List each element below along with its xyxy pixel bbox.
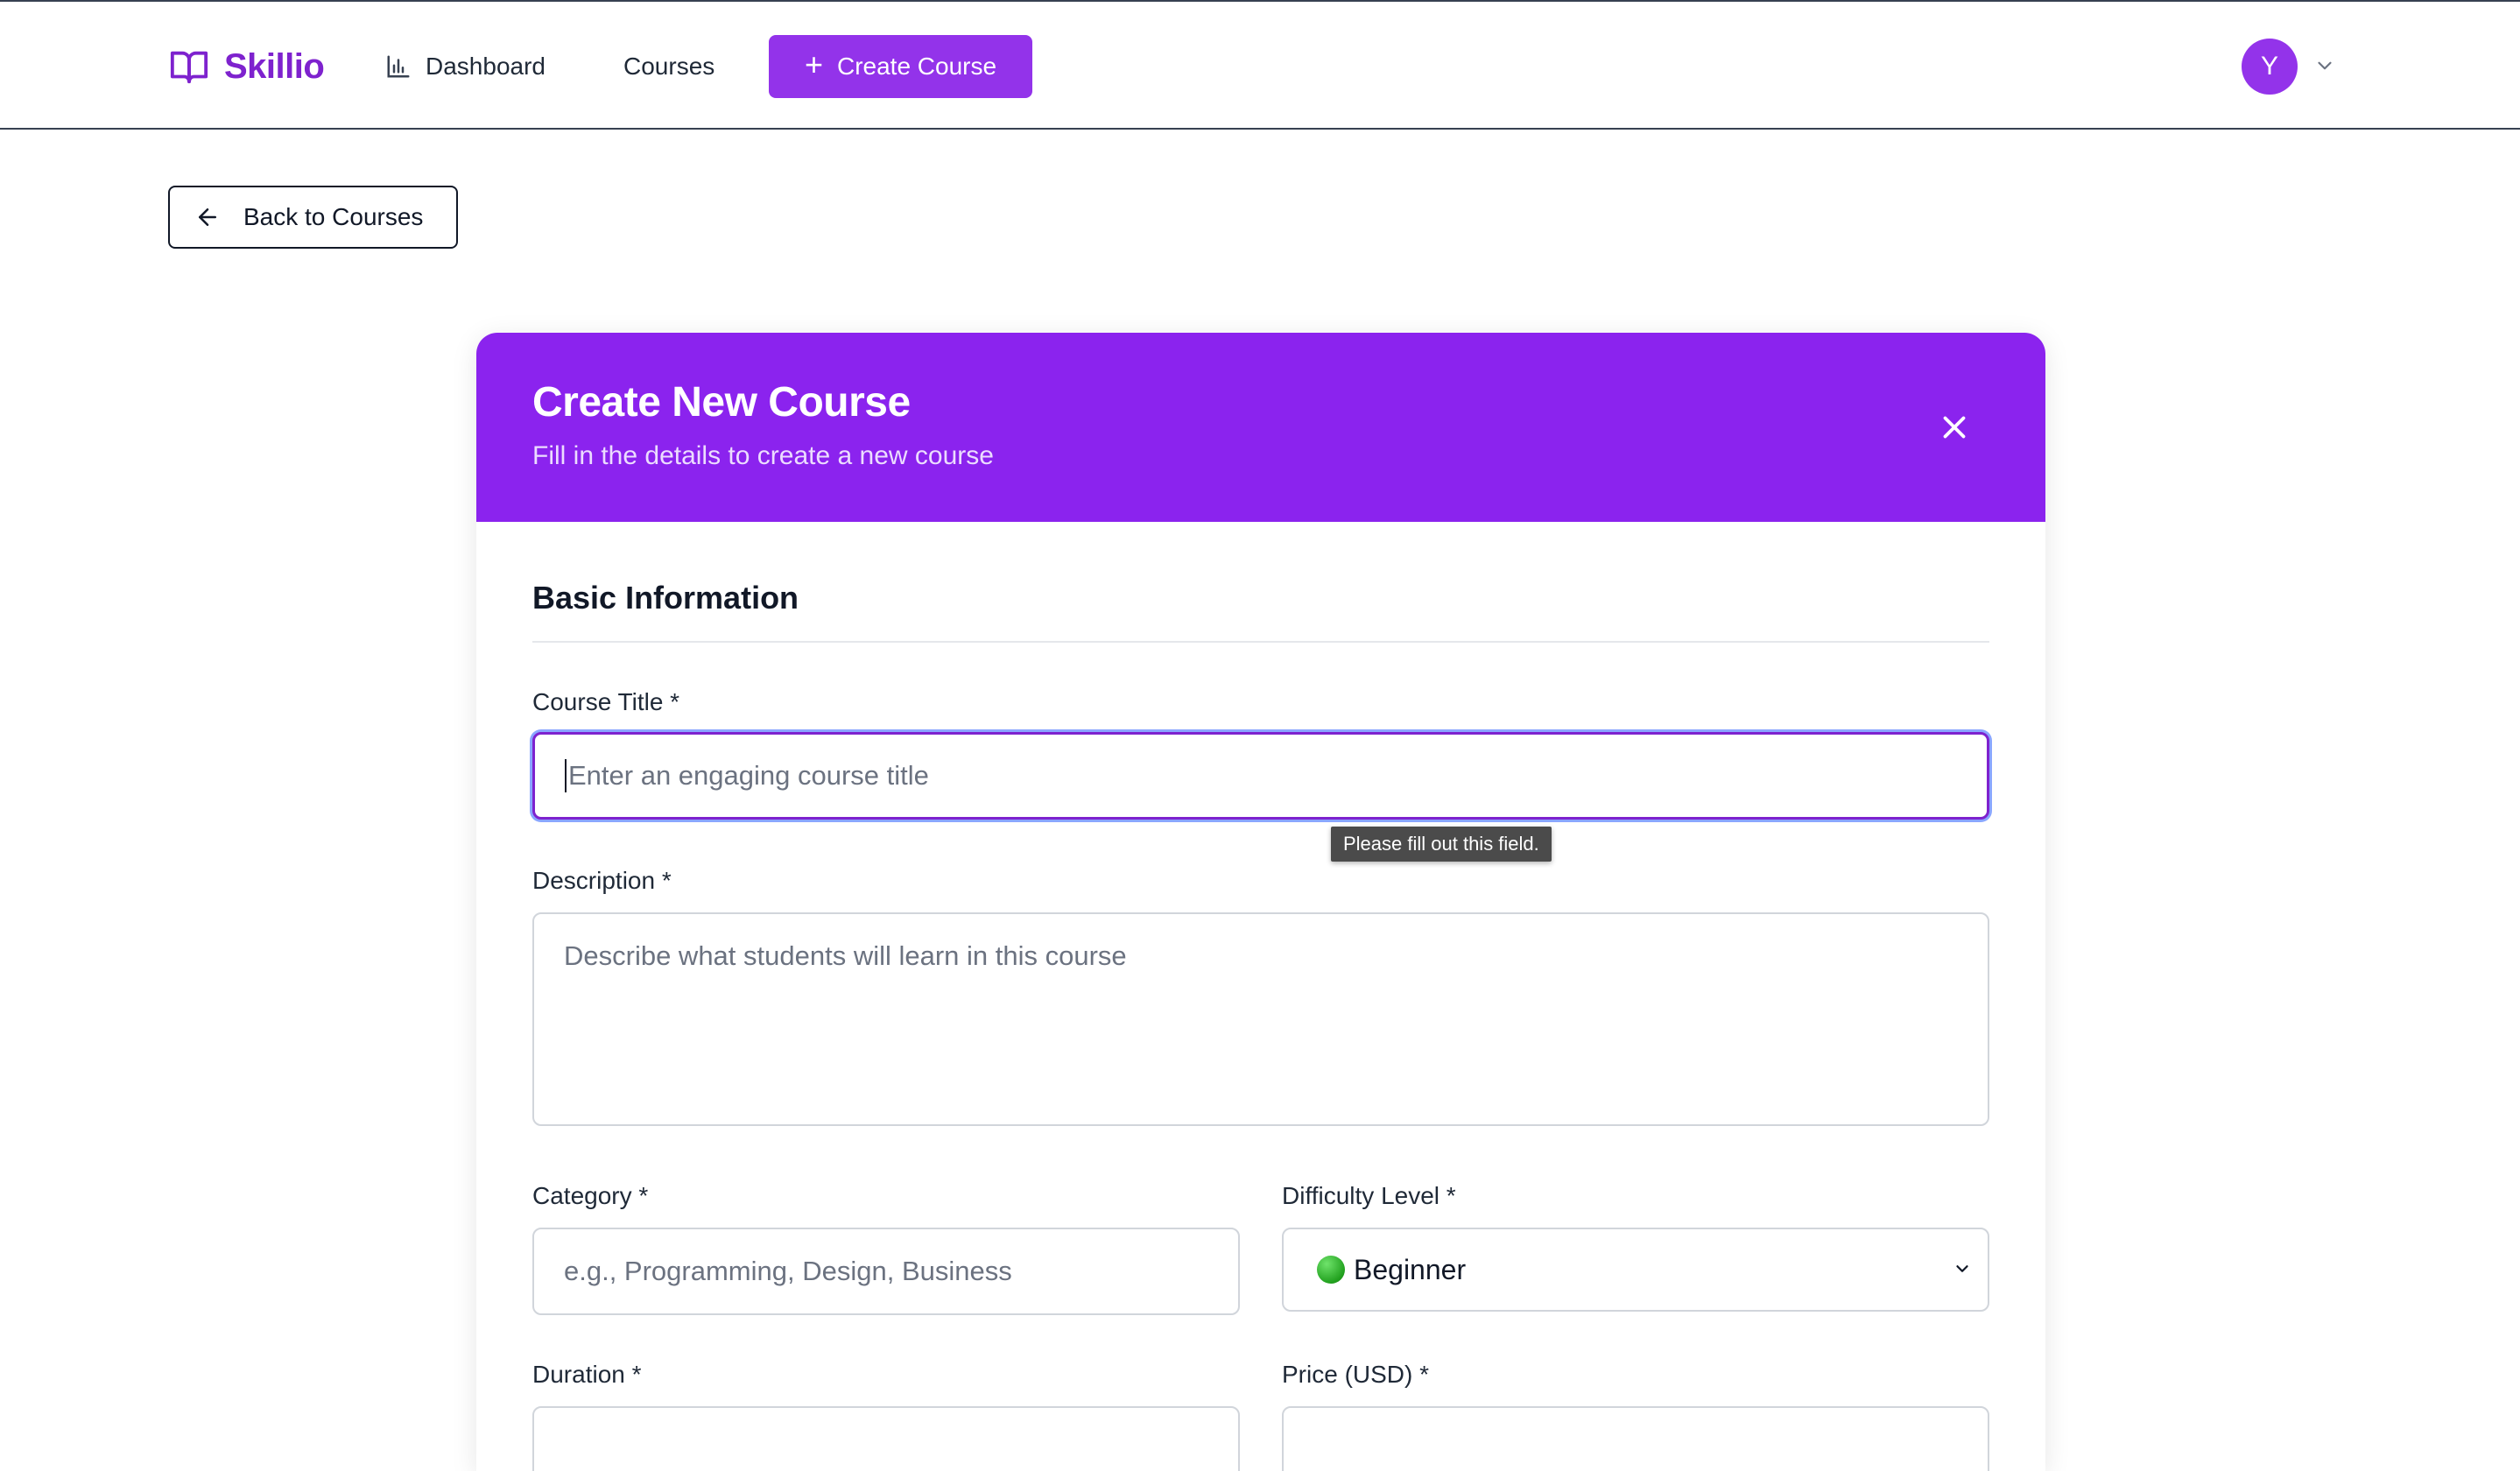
top-navbar: Skillio Dashboard Courses + Create Cours…	[0, 0, 2520, 130]
difficulty-select[interactable]: Beginner	[1282, 1228, 1989, 1312]
description-textarea[interactable]: Describe what students will learn in thi…	[532, 912, 1989, 1126]
nav-dashboard-link[interactable]: Dashboard	[385, 46, 546, 88]
brand-logo-link[interactable]: Skillio	[168, 44, 325, 89]
category-placeholder: e.g., Programming, Design, Business	[564, 1256, 1012, 1286]
avatar-initial: Y	[2260, 52, 2278, 81]
form-subtitle: Fill in the details to create a new cour…	[532, 441, 994, 470]
chevron-down-icon[interactable]	[2313, 54, 2336, 77]
nav-courses-link[interactable]: Courses	[623, 46, 714, 88]
validation-tooltip: Please fill out this field.	[1331, 827, 1552, 862]
brand-name: Skillio	[224, 46, 325, 86]
chevron-down-icon	[1956, 1265, 1968, 1272]
description-placeholder: Describe what students will learn in thi…	[564, 940, 1127, 971]
nav-dashboard-label: Dashboard	[426, 53, 546, 80]
close-button[interactable]	[1933, 406, 1975, 448]
course-title-label: Course Title *	[532, 688, 680, 715]
section-basic-information: Basic Information	[532, 580, 799, 616]
form-header: Create New Course Fill in the details to…	[476, 333, 2045, 522]
form-title: Create New Course	[532, 379, 911, 426]
section-divider	[532, 641, 1989, 643]
price-input[interactable]	[1282, 1406, 1989, 1471]
arrow-left-icon	[199, 208, 216, 226]
back-to-courses-button[interactable]: Back to Courses	[168, 186, 458, 249]
open-book-icon	[170, 51, 208, 84]
create-course-button[interactable]: + Create Course	[769, 35, 1032, 98]
duration-input[interactable]	[532, 1406, 1240, 1471]
plus-icon: +	[804, 46, 823, 82]
close-icon	[1943, 416, 1966, 439]
user-avatar[interactable]: Y	[2242, 39, 2298, 95]
back-to-courses-label: Back to Courses	[243, 203, 424, 230]
course-title-input[interactable]: Enter an engaging course title	[532, 732, 1989, 820]
create-course-label: Create Course	[836, 53, 997, 80]
difficulty-label: Difficulty Level *	[1282, 1182, 1456, 1209]
difficulty-selected-value: Beginner	[1354, 1253, 1467, 1285]
nav-courses-label: Courses	[623, 53, 715, 80]
text-caret	[565, 759, 567, 792]
bar-chart-icon	[387, 55, 410, 78]
green-circle-icon	[1317, 1256, 1345, 1284]
create-course-form-card: Create New Course Fill in the details to…	[476, 333, 2045, 1471]
category-input[interactable]: e.g., Programming, Design, Business	[532, 1228, 1240, 1315]
description-label: Description *	[532, 867, 672, 894]
price-label: Price (USD) *	[1282, 1361, 1430, 1388]
category-label: Category *	[532, 1182, 649, 1209]
course-title-placeholder: Enter an engaging course title	[568, 760, 929, 791]
duration-label: Duration *	[532, 1361, 642, 1388]
